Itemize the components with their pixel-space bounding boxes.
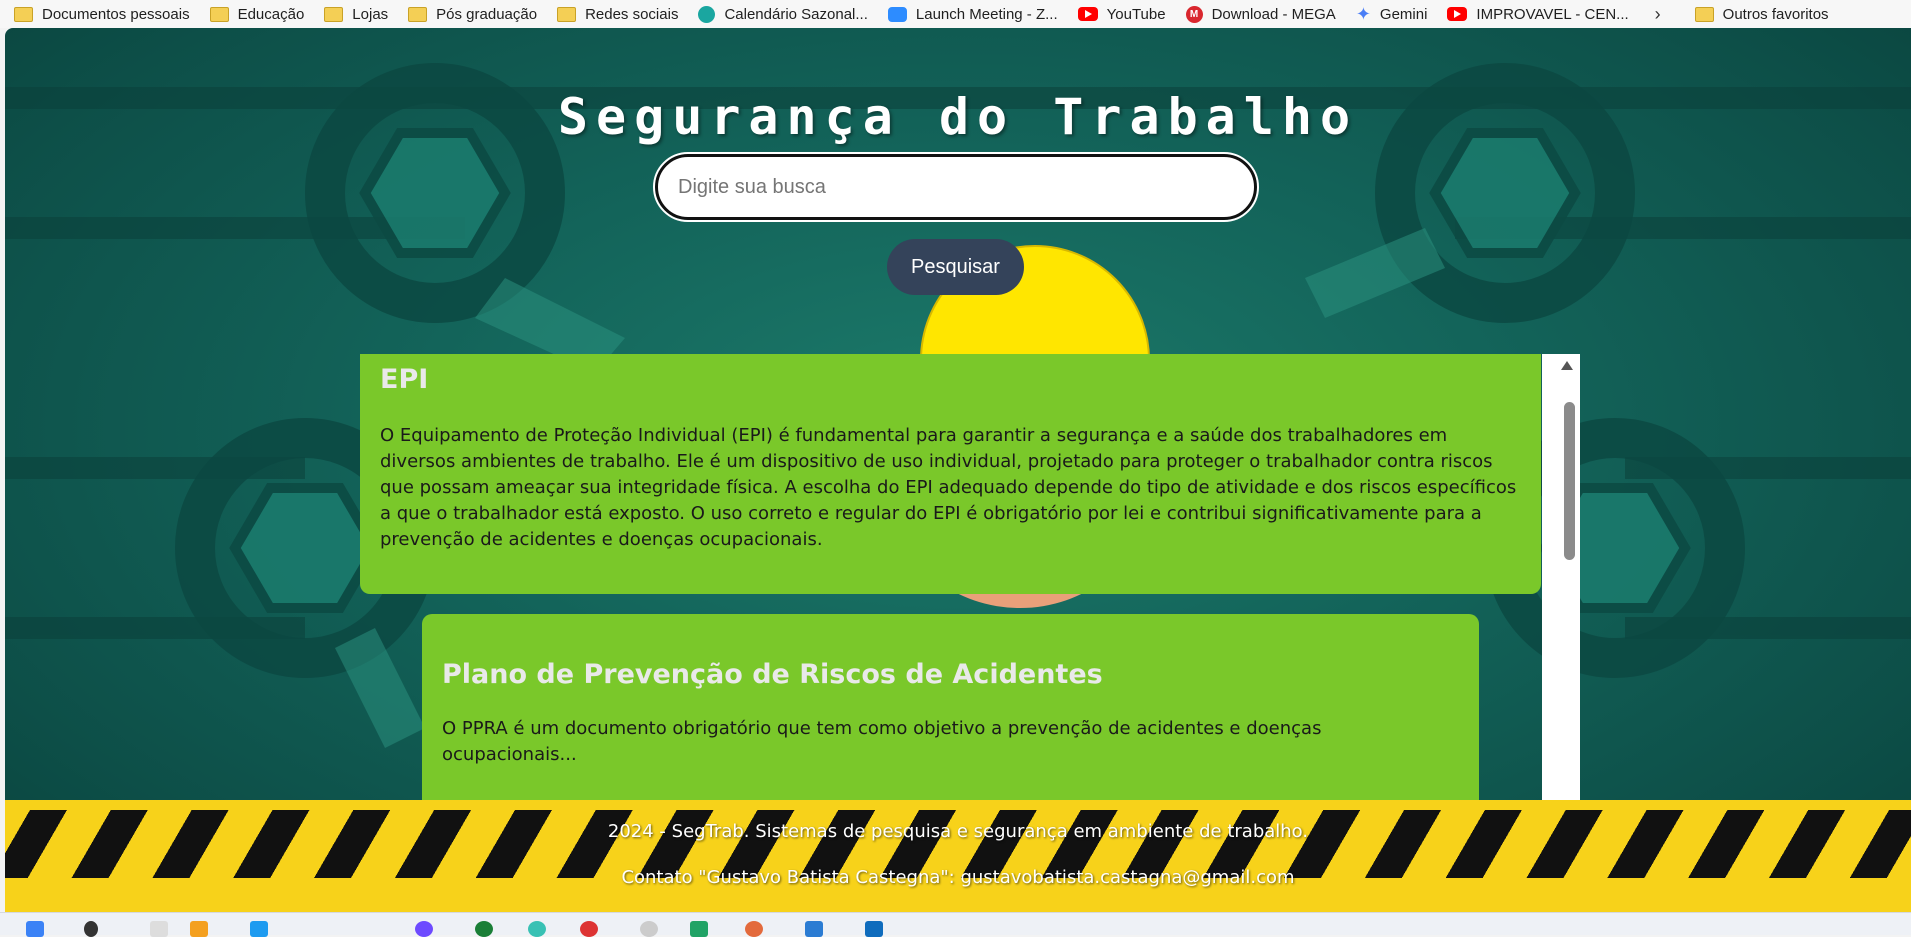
scroll-up-arrow-icon[interactable] bbox=[1561, 361, 1573, 370]
folder-icon bbox=[324, 6, 344, 22]
bookmark-label: Documentos pessoais bbox=[42, 5, 190, 23]
gemini-icon: ✦ bbox=[1355, 3, 1371, 24]
footer-contact: Contato "Gustavo Batista Castegna": gust… bbox=[621, 867, 1295, 888]
bookmark-pos-graduacao[interactable]: Pós graduação bbox=[408, 6, 537, 23]
bookmark-outros-favoritos[interactable]: Outros favoritos bbox=[1694, 5, 1829, 23]
bookmark-documentos-pessoais[interactable]: Documentos pessoais bbox=[14, 6, 190, 23]
bookmark-youtube[interactable]: YouTube bbox=[1077, 5, 1166, 23]
bookmark-label: Educação bbox=[237, 5, 305, 23]
page-title: Segurança do Trabalho bbox=[557, 88, 1359, 146]
info-card-epi: EPI O Equipamento de Proteção Individual… bbox=[360, 354, 1541, 594]
mega-icon: M bbox=[1185, 5, 1203, 23]
footer-copyright: 2024 - SegTrab. Sistemas de pesquisa e s… bbox=[607, 821, 1309, 842]
bookmark-label: Pós graduação bbox=[436, 5, 538, 23]
card-title: EPI bbox=[380, 364, 429, 395]
youtube-icon bbox=[1077, 7, 1098, 21]
folder-icon bbox=[209, 6, 229, 22]
bookmark-label: IMPROVAVEL - CEN... bbox=[1476, 5, 1629, 23]
zoom-icon bbox=[887, 6, 907, 22]
card-title: Plano de Prevenção de Riscos de Acidente… bbox=[442, 659, 1103, 690]
card-text: O PPRA é um documento obrigatório que te… bbox=[442, 718, 1322, 765]
bookmark-label: Lojas bbox=[352, 5, 389, 23]
card-text: O Equipamento de Proteção Individual (EP… bbox=[380, 425, 1517, 550]
bookmark-label: Gemini bbox=[1379, 5, 1428, 23]
folder-icon bbox=[408, 6, 428, 22]
bookmarks-bar: Documentos pessoais Educação Lojas Pós g… bbox=[0, 0, 1911, 28]
folder-icon bbox=[1694, 6, 1714, 22]
bookmark-mega[interactable]: M Download - MEGA bbox=[1185, 5, 1336, 23]
chevron-right-icon[interactable]: › bbox=[1655, 4, 1661, 25]
folder-icon bbox=[14, 6, 33, 22]
bookmark-label: Outros favoritos bbox=[1722, 5, 1829, 23]
bookmark-launch-meeting[interactable]: Launch Meeting - Z... bbox=[887, 5, 1058, 23]
page-footer: 2024 - SegTrab. Sistemas de pesquisa e s… bbox=[5, 800, 1911, 912]
folder-icon bbox=[557, 6, 577, 22]
bookmark-label: Download - MEGA bbox=[1211, 5, 1336, 23]
youtube-icon bbox=[1447, 7, 1468, 21]
bookmark-lojas[interactable]: Lojas bbox=[324, 6, 388, 23]
bookmark-label: YouTube bbox=[1106, 5, 1166, 23]
bookmark-label: Redes sociais bbox=[585, 5, 679, 23]
taskbar bbox=[0, 912, 1911, 937]
bookmark-calendario[interactable]: Calendário Sazonal... bbox=[698, 5, 868, 23]
bookmark-educacao[interactable]: Educação bbox=[209, 5, 305, 23]
bookmark-improvavel[interactable]: IMPROVAVEL - CEN... bbox=[1447, 5, 1629, 23]
bookmark-label: Calendário Sazonal... bbox=[724, 5, 868, 23]
bookmark-redes-sociais[interactable]: Redes sociais bbox=[557, 6, 678, 23]
calendar-icon bbox=[698, 5, 716, 23]
search-button[interactable]: Pesquisar bbox=[887, 239, 1024, 295]
search-input[interactable] bbox=[653, 152, 1259, 222]
bookmark-label: Launch Meeting - Z... bbox=[915, 5, 1058, 23]
scrollbar-thumb[interactable] bbox=[1564, 402, 1575, 560]
bookmark-gemini[interactable]: ✦ Gemini bbox=[1356, 4, 1428, 25]
